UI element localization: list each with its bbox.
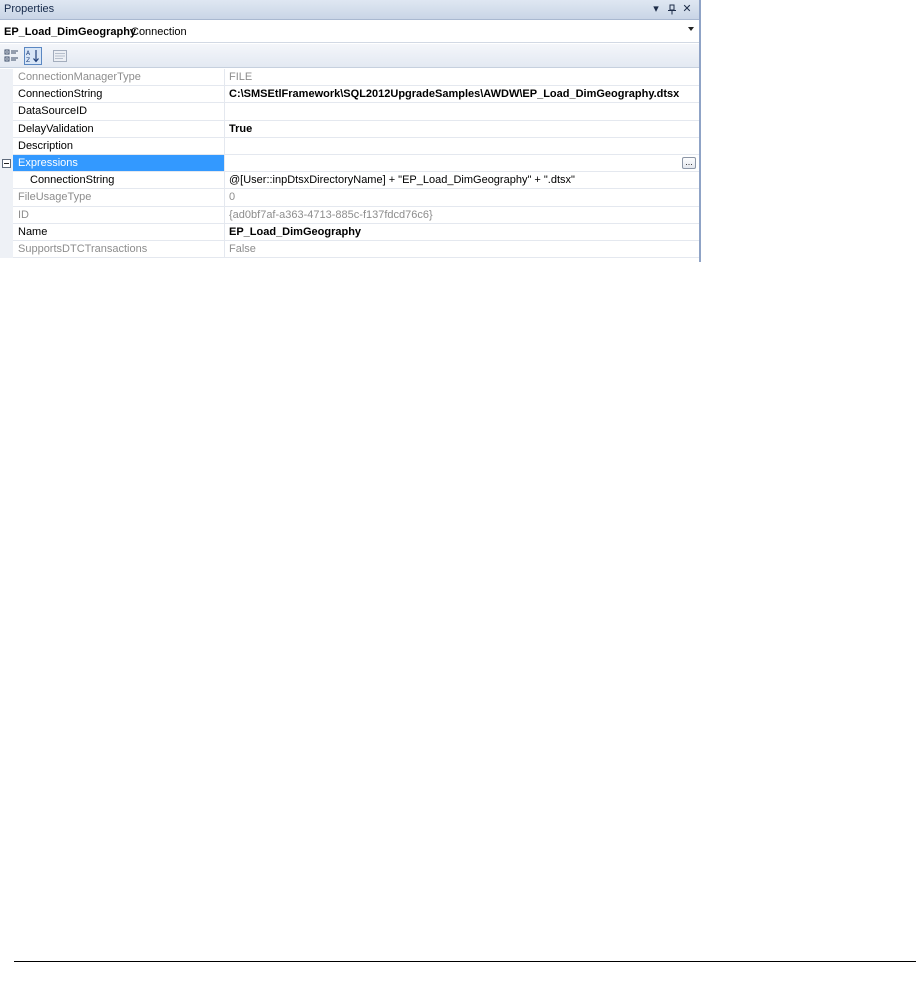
property-value[interactable] (225, 103, 699, 121)
property-row[interactable]: DataSourceID (0, 103, 699, 121)
property-value[interactable]: True (225, 121, 699, 138)
property-value[interactable]: @[User::inpDtsxDirectoryName] + "EP_Load… (225, 172, 699, 190)
property-row[interactable]: DelayValidation True (0, 120, 699, 138)
properties-window: Properties ▾ ✕ EP_Load_DimGeography Conn… (0, 0, 701, 262)
properties-toolbar: A Z (0, 44, 699, 68)
alphabetical-sort-icon: A Z (26, 50, 39, 64)
properties-title: Properties (4, 3, 55, 15)
alphabetical-button[interactable]: A Z (24, 47, 42, 65)
property-name: ConnectionString (13, 172, 225, 190)
property-value[interactable]: EP_Load_DimGeography (225, 224, 699, 241)
property-value: {ad0bf7af-a363-4713-885c-f137fdcd76c6} (225, 207, 699, 224)
property-pages-icon (53, 50, 67, 62)
property-name: Expressions (13, 154, 225, 173)
property-row[interactable]: ConnectionString C:\SMSEtlFramework\SQL2… (0, 86, 699, 104)
properties-titlebar[interactable]: Properties ▾ ✕ (0, 0, 699, 20)
ellipsis-button[interactable]: ... (682, 156, 696, 169)
property-value: False (225, 241, 699, 259)
property-name: Description (13, 137, 225, 155)
close-icon[interactable]: ✕ (680, 2, 694, 16)
property-name: ConnectionString (13, 86, 225, 104)
property-value: FILE (225, 69, 699, 87)
property-row[interactable]: ConnectionManagerType FILE (0, 69, 699, 87)
property-value[interactable] (225, 138, 699, 155)
property-name: DelayValidation (13, 120, 225, 138)
property-name: Name (13, 223, 225, 241)
pin-icon (668, 4, 676, 14)
categorized-icon (4, 49, 18, 62)
selected-object-type: Connection (131, 26, 187, 38)
page-divider (14, 961, 916, 962)
property-row[interactable]: Name EP_Load_DimGeography (0, 223, 699, 241)
auto-hide-pin-icon[interactable] (665, 2, 679, 16)
property-row[interactable]: ConnectionString @[User::inpDtsxDirector… (0, 172, 699, 190)
property-grid: ConnectionManagerType FILE ConnectionStr… (0, 69, 699, 259)
property-row[interactable]: SupportsDTCTransactions False (0, 240, 699, 259)
collapse-icon[interactable] (2, 158, 11, 168)
property-value[interactable]: C:\SMSEtlFramework\SQL2012UpgradeSamples… (225, 86, 699, 104)
property-row[interactable]: Description (0, 137, 699, 155)
object-selector[interactable]: EP_Load_DimGeography Connection (0, 21, 699, 43)
property-name: SupportsDTCTransactions (13, 240, 225, 259)
property-value: 0 (225, 189, 699, 207)
property-name: FileUsageType (13, 189, 225, 207)
property-name: ConnectionManagerType (13, 69, 225, 87)
property-row[interactable]: FileUsageType 0 (0, 189, 699, 207)
categorized-button[interactable] (3, 47, 21, 65)
property-row-expressions[interactable]: Expressions ... (0, 154, 699, 173)
chevron-down-icon[interactable] (688, 27, 694, 31)
property-name: ID (13, 206, 225, 224)
property-name: DataSourceID (13, 103, 225, 121)
svg-text:Z: Z (26, 57, 30, 64)
property-row[interactable]: ID {ad0bf7af-a363-4713-885c-f137fdcd76c6… (0, 206, 699, 224)
property-pages-button[interactable] (51, 47, 69, 65)
selected-object-name: EP_Load_DimGeography (4, 26, 137, 38)
property-value[interactable]: ... (225, 155, 699, 173)
svg-text:A: A (26, 50, 31, 57)
window-position-dropdown-icon[interactable]: ▾ (649, 2, 663, 16)
